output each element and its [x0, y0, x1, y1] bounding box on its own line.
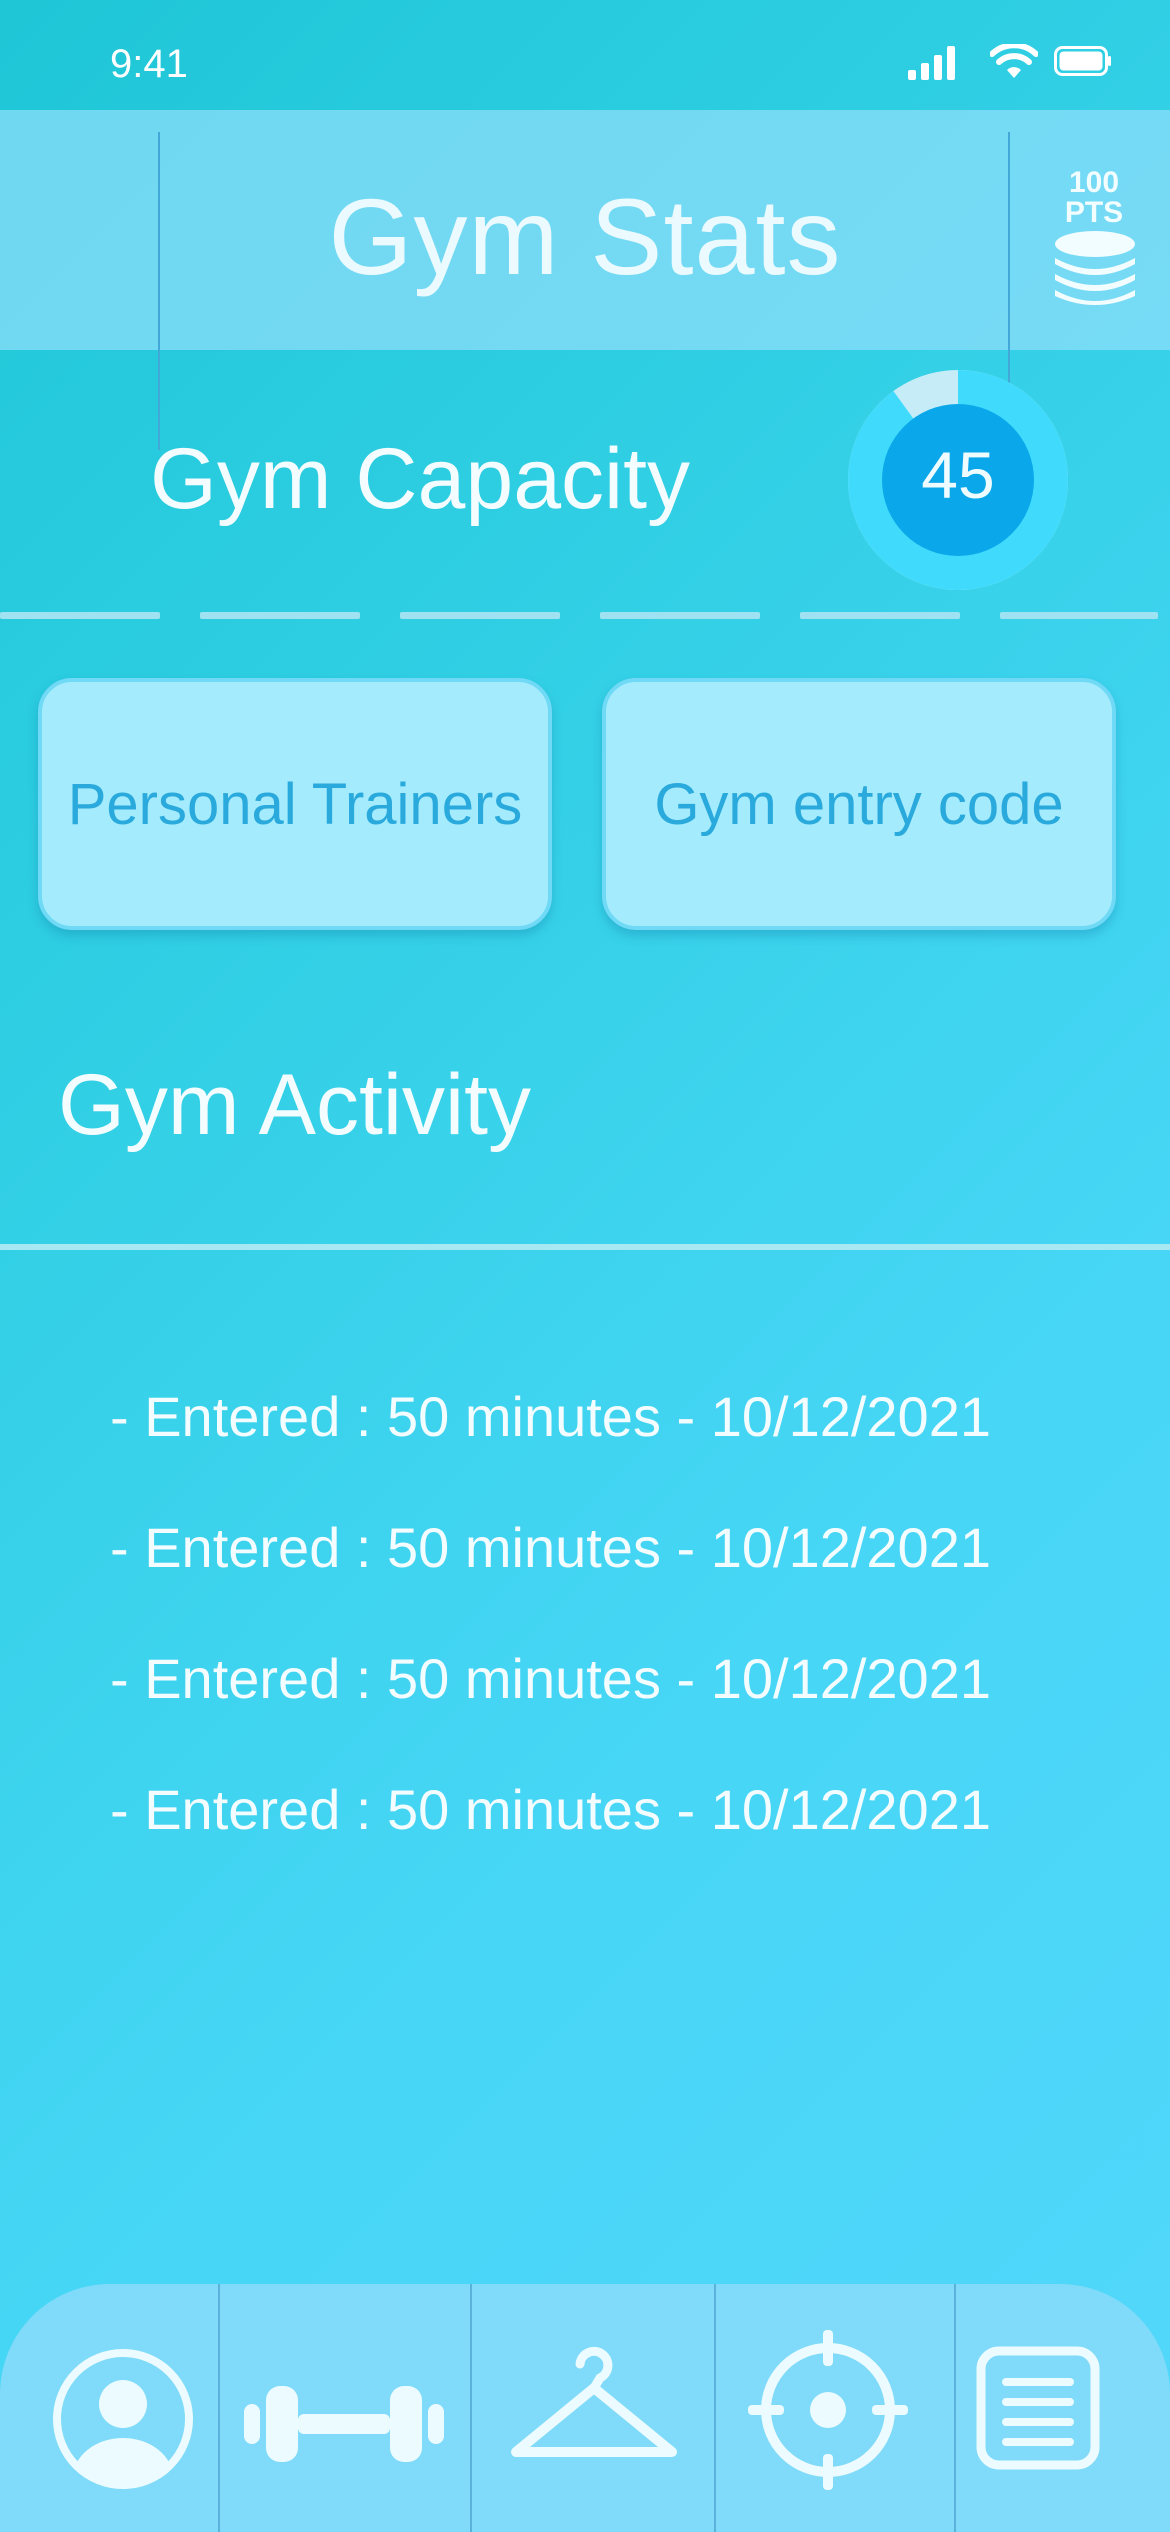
gym-entry-code-button[interactable]: Gym entry code [602, 678, 1116, 930]
points-value: 100 [1068, 166, 1120, 199]
cellular-signal-icon [908, 46, 955, 80]
profile-icon[interactable] [50, 2346, 196, 2492]
dumbbell-icon[interactable] [244, 2374, 444, 2474]
personal-trainers-button[interactable]: Personal Trainers [38, 678, 552, 930]
target-icon[interactable] [748, 2330, 908, 2490]
activity-entry: - Entered : 50 minutes - 10/12/2021 [110, 1647, 991, 1710]
points-badge[interactable]: 100 PTS [1052, 168, 1136, 228]
activity-entry: - Entered : 50 minutes - 10/12/2021 [110, 1516, 991, 1579]
capacity-value: 45 [921, 438, 994, 512]
activity-entry: - Entered : 50 minutes - 10/12/2021 [110, 1385, 991, 1448]
capacity-label: Gym Capacity [150, 431, 691, 527]
coins-icon[interactable] [1052, 228, 1138, 308]
activity-divider [0, 1244, 1170, 1250]
wifi-icon [990, 44, 1038, 78]
hanger-icon[interactable] [508, 2342, 680, 2468]
battery-icon [1054, 46, 1111, 76]
capacity-divider [0, 612, 1170, 620]
tab-bar [0, 2284, 1170, 2532]
activity-entry: - Entered : 50 minutes - 10/12/2021 [110, 1778, 991, 1841]
points-unit: PTS [1064, 196, 1124, 229]
activity-title: Gym Activity [58, 1057, 532, 1153]
status-time: 9:41 [110, 42, 188, 86]
capacity-gauge: 45 [848, 370, 1068, 590]
notes-icon[interactable] [976, 2346, 1100, 2470]
page-title: Gym Stats [328, 176, 842, 297]
